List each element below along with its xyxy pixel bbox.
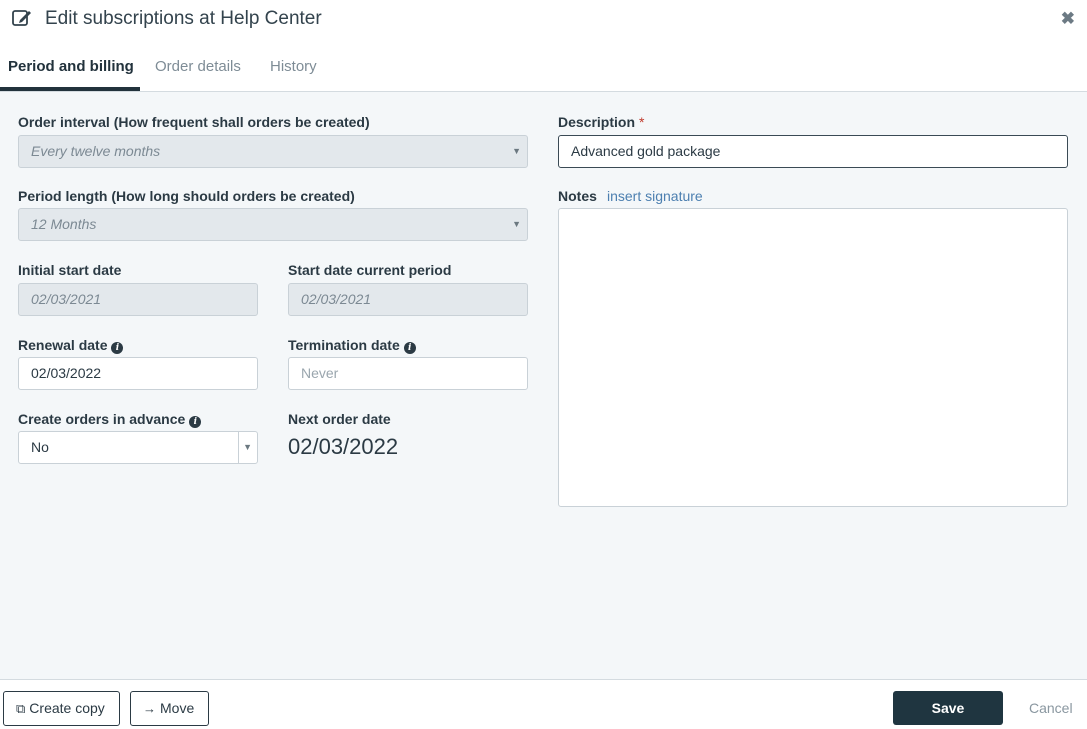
renewal-date-label: Renewal date i [18, 337, 124, 354]
initial-start-date-field[interactable]: 02/03/2021 [18, 283, 258, 316]
edit-icon [12, 10, 31, 26]
order-interval-select[interactable]: Every twelve months ▼ [18, 135, 528, 168]
initial-start-date-label: Initial start date [18, 262, 122, 278]
next-order-date-value: 02/03/2022 [288, 434, 399, 459]
cancel-button[interactable]: Cancel [1029, 700, 1073, 716]
start-date-current-period-field[interactable]: 02/03/2021 [288, 283, 528, 316]
dialog-title: Edit subscriptions at Help Center [45, 8, 322, 29]
arrow-right-icon: → [143, 701, 156, 716]
termination-date-placeholder: Never [301, 365, 339, 381]
info-icon[interactable]: i [403, 342, 416, 354]
period-length-label: Period length (How long should orders be… [18, 188, 355, 204]
tab-history[interactable]: History [270, 58, 317, 75]
renewal-date-value: 02/03/2022 [31, 365, 102, 381]
tab-order-details[interactable]: Order details [155, 58, 241, 75]
termination-date-field[interactable]: Never [288, 357, 528, 390]
order-interval-value: Every twelve months [31, 143, 161, 159]
order-interval-label: Order interval (How frequent shall order… [18, 114, 370, 130]
active-tab-indicator [0, 87, 140, 91]
form-content: Order interval (How frequent shall order… [0, 92, 1087, 679]
move-button[interactable]: → Move [130, 691, 209, 726]
renewal-date-field[interactable]: 02/03/2022 [18, 357, 258, 390]
chevron-down-icon: ▼ [243, 442, 252, 452]
create-copy-button[interactable]: ⧉ Create copy [3, 691, 120, 726]
create-orders-in-advance-select[interactable]: No ▼ [18, 431, 258, 464]
initial-start-date-value: 02/03/2021 [31, 291, 102, 307]
description-label: Description * [558, 114, 645, 130]
close-icon[interactable]: ✖ [1061, 9, 1075, 29]
insert-signature-link[interactable]: insert signature [607, 188, 703, 204]
create-orders-in-advance-label: Create orders in advance i [18, 411, 202, 428]
description-field[interactable]: Advanced gold package [558, 135, 1068, 168]
start-date-current-period-value: 02/03/2021 [301, 291, 372, 307]
description-value: Advanced gold package [571, 143, 721, 159]
start-date-current-period-label: Start date current period [288, 262, 452, 278]
period-length-select[interactable]: 12 Months ▼ [18, 208, 528, 241]
notes-label: Notes [558, 188, 597, 204]
dialog-footer: ⧉ Create copy → Move Save Cancel [0, 679, 1087, 729]
save-button[interactable]: Save [893, 691, 1003, 725]
termination-date-label: Termination date i [288, 337, 416, 354]
tab-bar: Period and billing Order details History [0, 40, 1087, 92]
tab-period-and-billing[interactable]: Period and billing [8, 58, 134, 75]
period-length-value: 12 Months [31, 216, 97, 232]
copy-icon: ⧉ [16, 701, 26, 716]
info-icon[interactable]: i [189, 416, 202, 428]
create-orders-in-advance-value: No [31, 439, 49, 455]
info-icon[interactable]: i [111, 342, 124, 354]
next-order-date-label: Next order date [288, 411, 391, 427]
notes-textarea[interactable] [558, 208, 1068, 507]
dialog-header: Edit subscriptions at Help Center ✖ [0, 0, 1087, 40]
chevron-down-icon: ▼ [512, 146, 521, 156]
chevron-down-icon: ▼ [512, 219, 521, 229]
